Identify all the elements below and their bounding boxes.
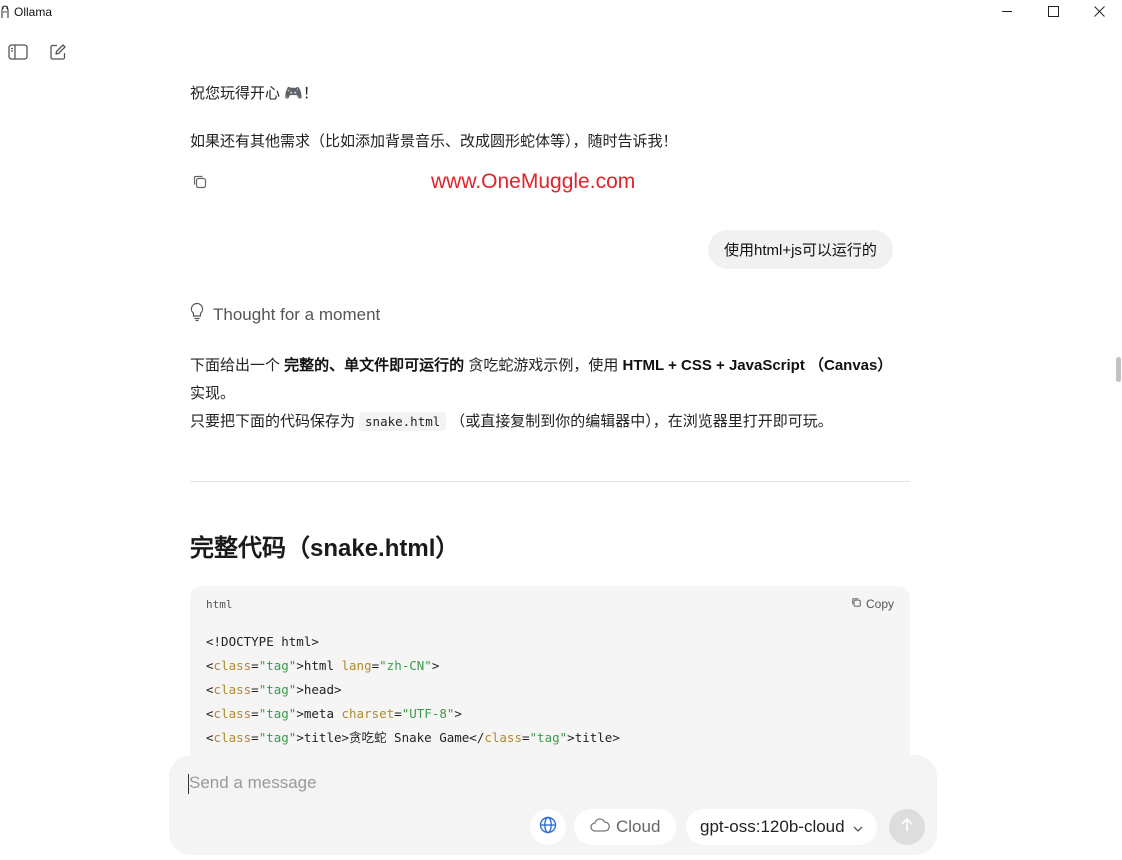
- inline-code-filename: snake.html: [359, 412, 447, 431]
- message-input[interactable]: [189, 771, 789, 795]
- code-language-label: html: [206, 598, 233, 611]
- assistant-paragraph: 下面给出一个 完整的、单文件即可运行的 贪吃蛇游戏示例，使用 HTML + CS…: [190, 352, 910, 436]
- window-title: Ollama: [14, 5, 53, 19]
- globe-icon: [539, 816, 557, 839]
- cloud-toggle-button[interactable]: Cloud: [574, 809, 677, 845]
- code-copy-button[interactable]: Copy: [851, 597, 894, 611]
- close-button[interactable]: [1076, 0, 1122, 26]
- scrollbar-track[interactable]: [1114, 80, 1122, 810]
- code-line: <!DOCTYPE html>: [206, 634, 319, 649]
- arrow-up-icon: [900, 817, 914, 838]
- lightbulb-icon: [190, 302, 204, 327]
- minimize-icon: [1001, 4, 1013, 22]
- code-line: <class="tag">meta charset="UTF-8">: [206, 706, 462, 721]
- thought-toggle[interactable]: Thought for a moment: [190, 302, 380, 327]
- web-search-button[interactable]: [530, 809, 566, 845]
- text-caret: [188, 774, 189, 794]
- intro-text: 贪吃蛇游戏示例，使用: [464, 357, 623, 374]
- thought-label: Thought for a moment: [213, 304, 381, 324]
- cloud-label: Cloud: [616, 817, 661, 836]
- code-content: <!DOCTYPE html> <class="tag">html lang="z…: [206, 630, 620, 750]
- maximize-button[interactable]: [1030, 0, 1076, 26]
- instruction-text: （或直接复制到你的编辑器中），在浏览器里打开即可玩。: [450, 413, 833, 430]
- model-selector[interactable]: gpt-oss:120b-cloud: [686, 809, 877, 845]
- code-copy-label: Copy: [865, 597, 894, 611]
- watermark-text: www.OneMuggle.com: [431, 170, 636, 193]
- minimize-button[interactable]: [984, 0, 1030, 26]
- code-line: <class="tag">title>贪吃蛇 Snake Game</class…: [206, 730, 620, 745]
- intro-emphasis: HTML + CSS + JavaScript （Canvas）: [622, 357, 893, 374]
- section-heading: 完整代码（snake.html）: [190, 535, 460, 562]
- code-line: <class="tag">head>: [206, 682, 342, 697]
- copy-icon: [851, 597, 862, 611]
- maximize-icon: [1047, 4, 1059, 22]
- chevron-down-icon: [853, 817, 863, 837]
- assistant-message-line: 如果还有其他需求（比如添加背景音乐、改成圆形蛇体等），随时告诉我！: [190, 133, 678, 150]
- user-message-bubble: 使用html+js可以运行的: [708, 230, 893, 269]
- intro-text: 实现。: [190, 385, 236, 402]
- title-bar: Ollama: [0, 0, 1122, 26]
- copy-icon[interactable]: [192, 174, 208, 190]
- instruction-text: 只要把下面的代码保存为: [190, 413, 356, 430]
- new-chat-icon: [49, 43, 67, 66]
- sidebar-toggle-icon: [8, 43, 28, 65]
- ollama-logo-icon: [0, 5, 10, 19]
- new-chat-button[interactable]: [47, 43, 69, 65]
- intro-emphasis: 完整的、单文件即可运行的: [284, 357, 465, 374]
- intro-text: 下面给出一个: [190, 357, 285, 374]
- divider: [190, 481, 910, 482]
- close-icon: [1093, 4, 1105, 22]
- scrollbar-thumb[interactable]: [1116, 357, 1121, 382]
- model-label: gpt-oss:120b-cloud: [700, 817, 845, 836]
- message-composer: Cloud gpt-oss:120b-cloud: [169, 755, 937, 855]
- cloud-icon: [590, 817, 610, 837]
- assistant-message-line: 祝您玩得开心 🎮！: [190, 85, 318, 102]
- code-line: <class="tag">html lang="zh-CN">: [206, 658, 440, 673]
- send-button[interactable]: [889, 809, 925, 845]
- sidebar-toggle-button[interactable]: [7, 43, 29, 65]
